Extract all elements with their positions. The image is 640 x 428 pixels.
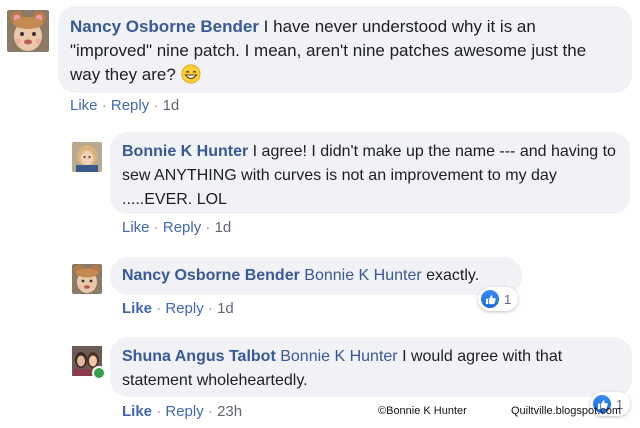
comment-author[interactable]: Shuna Angus Talbot <box>122 348 276 365</box>
separator: · <box>153 97 163 114</box>
avatar-image <box>7 10 49 52</box>
timestamp[interactable]: 1d <box>215 219 232 236</box>
comment-bubble: Shuna Angus Talbot Bonnie K Hunter I wou… <box>110 337 632 397</box>
watermark-copyright: ©Bonnie K Hunter <box>378 405 467 417</box>
like-link[interactable]: Like <box>122 300 152 317</box>
separator: · <box>153 219 163 236</box>
comment-author[interactable]: Nancy Osborne Bender <box>70 17 259 36</box>
avatar[interactable] <box>72 346 106 380</box>
separator: · <box>205 219 215 236</box>
reaction-summary[interactable]: 1 <box>478 287 519 311</box>
comment-actions: Like · Reply · 1d <box>122 219 231 236</box>
avatar-image <box>72 264 102 294</box>
comment-bubble: Bonnie K Hunter I agree! I didn't make u… <box>110 132 630 214</box>
timestamp[interactable]: 23h <box>217 403 242 420</box>
reply-link[interactable]: Reply <box>165 300 203 317</box>
comment-text: exactly. <box>421 267 480 284</box>
reply-link[interactable]: Reply <box>111 97 149 114</box>
like-icon <box>481 290 499 308</box>
comment-author[interactable]: Nancy Osborne Bender <box>122 267 300 284</box>
like-link[interactable]: Like <box>122 403 152 420</box>
reply-link[interactable]: Reply <box>165 403 203 420</box>
comment-actions: Like · Reply · 23h <box>122 403 242 420</box>
separator: · <box>207 403 218 420</box>
mention-link[interactable]: Bonnie K Hunter <box>280 348 397 365</box>
avatar[interactable] <box>72 264 102 294</box>
grinning-face-emoji-icon <box>181 64 201 84</box>
reply-link[interactable]: Reply <box>163 219 201 236</box>
separator: · <box>101 97 111 114</box>
avatar-image <box>72 142 102 172</box>
online-status-icon <box>92 366 106 380</box>
separator: · <box>156 300 166 317</box>
reaction-count: 1 <box>504 291 512 307</box>
like-link[interactable]: Like <box>122 219 150 236</box>
comment-bubble: Nancy Osborne Bender I have never unders… <box>58 6 632 93</box>
avatar[interactable] <box>7 10 49 52</box>
like-link[interactable]: Like <box>70 97 98 114</box>
separator: · <box>156 403 166 420</box>
mention-link[interactable]: Bonnie K Hunter <box>304 267 421 284</box>
timestamp[interactable]: 1d <box>217 300 234 317</box>
watermark-blog: Quiltville.blogspot.com <box>511 405 622 417</box>
comment-bubble: Nancy Osborne Bender Bonnie K Hunter exa… <box>110 257 522 295</box>
comment-actions: Like · Reply · 1d <box>122 300 234 317</box>
separator: · <box>207 300 218 317</box>
comment-author[interactable]: Bonnie K Hunter <box>122 143 248 160</box>
comment-actions: Like · Reply · 1d <box>70 97 179 114</box>
timestamp[interactable]: 1d <box>163 97 180 114</box>
avatar[interactable] <box>72 142 102 172</box>
